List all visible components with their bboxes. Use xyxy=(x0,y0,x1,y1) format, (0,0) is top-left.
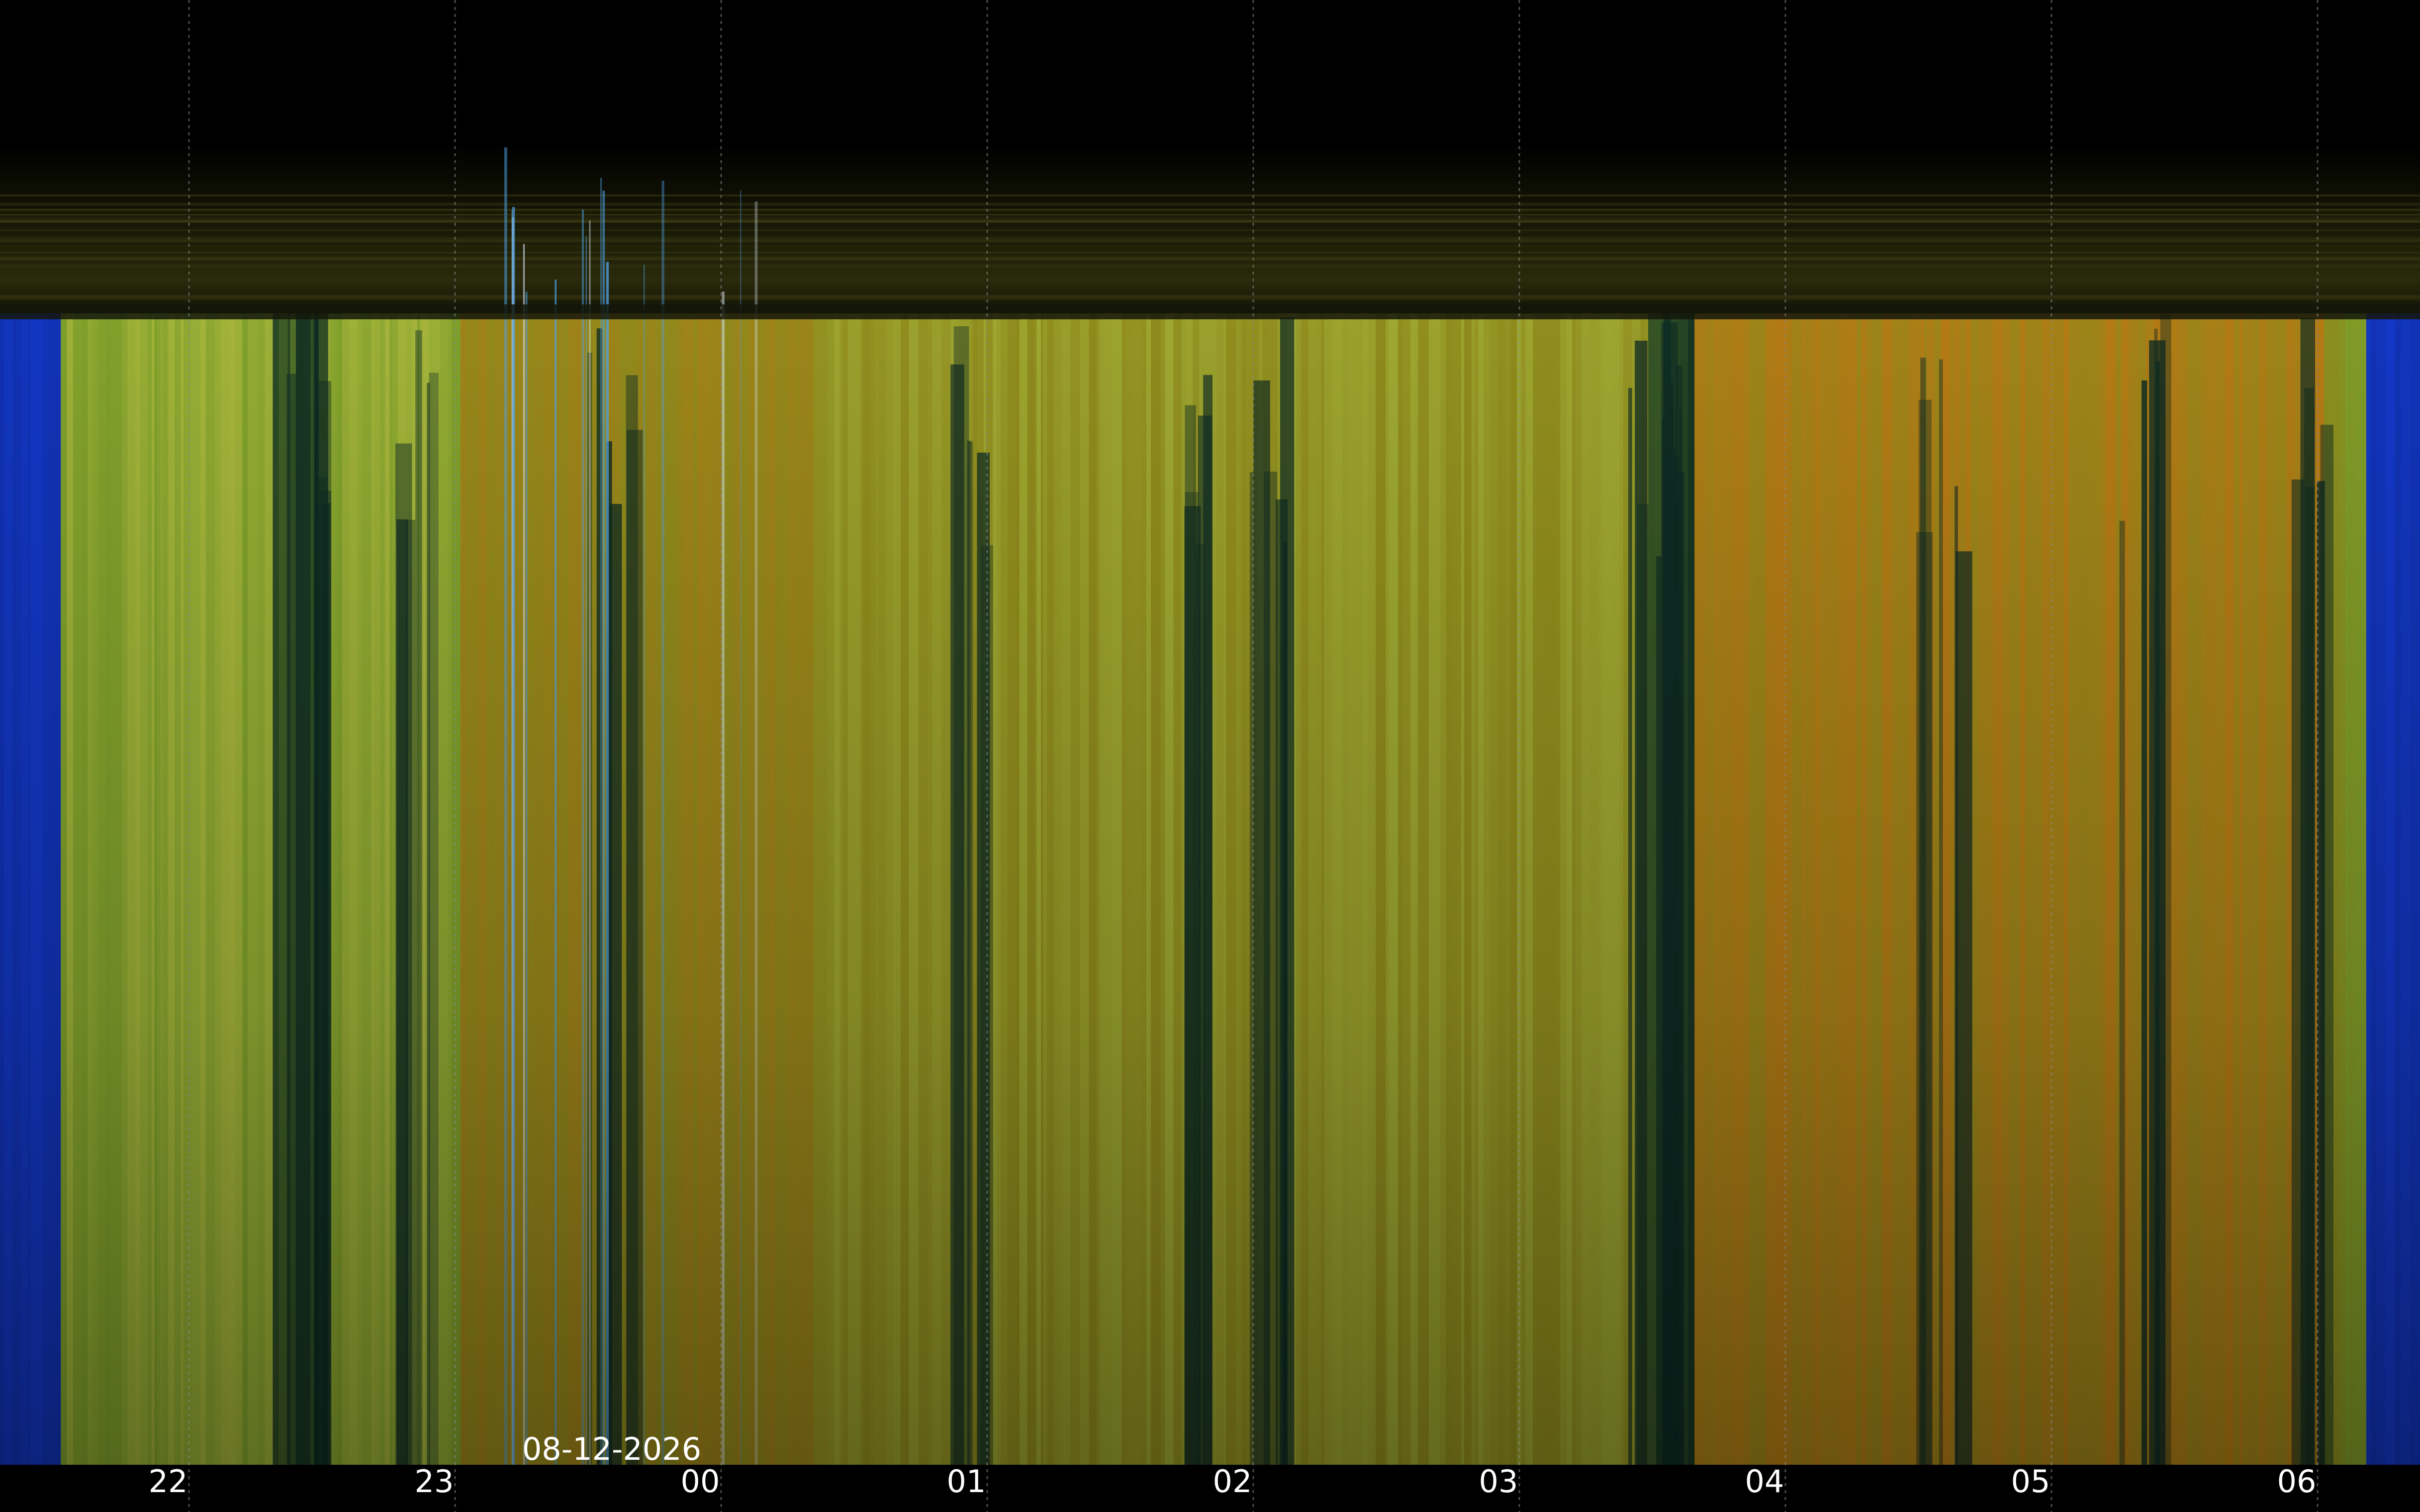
noise-line xyxy=(0,258,2420,260)
noise-line xyxy=(0,208,2420,212)
spectrogram-chart: 22 23 0008-12-2026 01 02 03 04 05 06 xyxy=(0,0,2420,1512)
tick-label-06: 06 xyxy=(2277,1463,2317,1500)
noise-line xyxy=(0,229,2420,231)
top-edge-band xyxy=(0,304,2420,319)
noise-line xyxy=(0,216,2420,220)
noise-line xyxy=(0,220,2420,223)
noise-line xyxy=(0,295,2420,298)
noise-line xyxy=(0,264,2420,266)
spectrogram-overlay xyxy=(0,147,2420,1465)
noise-line xyxy=(0,245,2420,248)
noise-line xyxy=(0,237,2420,240)
noise-line xyxy=(0,239,2420,243)
noise-line xyxy=(0,252,2420,254)
tick-label-04: 04 xyxy=(1745,1463,1784,1500)
tick-label-05: 05 xyxy=(2011,1463,2050,1500)
noise-line xyxy=(0,213,2420,216)
tick-label-22: 22 xyxy=(149,1463,188,1500)
vertical-fade xyxy=(0,313,2420,1465)
noise-line xyxy=(0,204,2420,206)
date-annotation: 08-12-2026 xyxy=(522,1431,701,1467)
noise-band xyxy=(0,144,2420,313)
tick-label-00: 00 xyxy=(681,1463,720,1500)
noise-band-layer xyxy=(0,144,2420,313)
tick-label-01: 01 xyxy=(947,1463,986,1500)
noise-line xyxy=(0,298,2420,300)
tick-label-23: 23 xyxy=(415,1463,454,1500)
tick-label-03: 03 xyxy=(1479,1463,1518,1500)
noise-line xyxy=(0,266,2420,268)
noise-line xyxy=(0,194,2420,197)
tick-label-02: 02 xyxy=(1213,1463,1252,1500)
